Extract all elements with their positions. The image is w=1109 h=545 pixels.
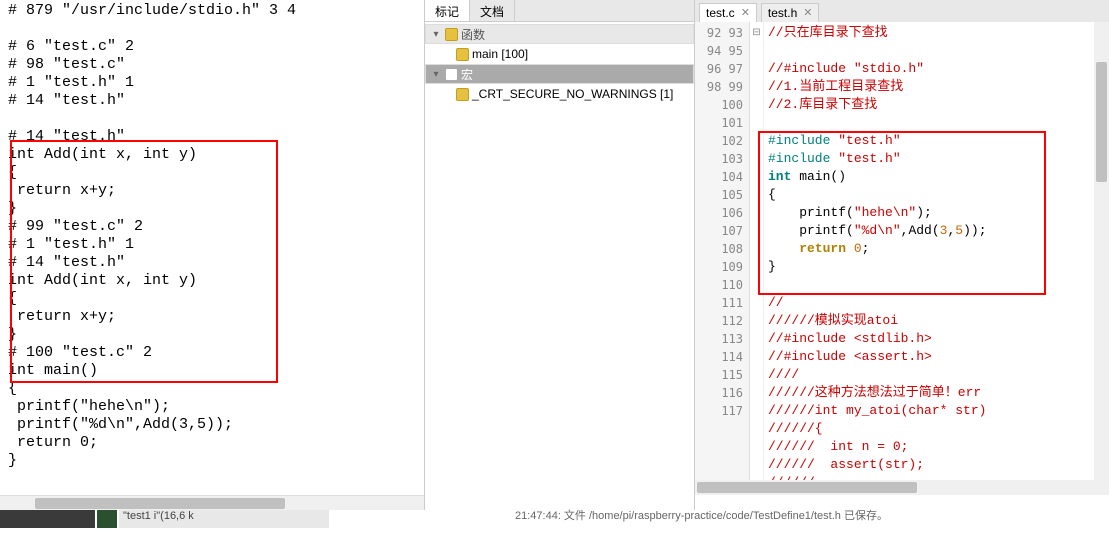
thumbnail [97, 510, 117, 528]
tree-functions-header[interactable]: ▾ 函数 [425, 24, 694, 44]
symbol-icon [456, 88, 469, 101]
tab-label: test.h [768, 6, 797, 20]
preprocessor-code[interactable]: # 879 "/usr/include/stdio.h" 3 4 # 6 "te… [0, 0, 424, 472]
macro-icon [445, 68, 458, 81]
editor-panel: test.c ✕ test.h ✕ 92 93 94 95 96 97 98 9… [695, 0, 1109, 510]
fold-column[interactable]: ⊟ [750, 22, 764, 495]
symbol-icon [456, 48, 469, 61]
tab-test-h[interactable]: test.h ✕ [761, 3, 820, 22]
tree-item-main[interactable]: main [100] [425, 44, 694, 64]
source-code[interactable]: //只在库目录下查找 //#include "stdio.h" //1.当前工程… [764, 22, 1109, 495]
symbols-panel: 标记 文档 ▾ 函数 main [100] ▾ 宏 _CRT_SECURE_NO… [425, 0, 695, 510]
status-text: "test1 i"(16,6 k [119, 510, 329, 528]
horizontal-scrollbar[interactable] [695, 480, 1094, 495]
tree-item-macro[interactable]: _CRT_SECURE_NO_WARNINGS [1] [425, 84, 694, 104]
close-icon[interactable]: ✕ [741, 6, 750, 19]
collapse-icon: ▾ [430, 29, 442, 40]
file-tabs: test.c ✕ test.h ✕ [695, 0, 1109, 22]
collapse-icon: ▾ [430, 69, 442, 80]
code-editor[interactable]: 92 93 94 95 96 97 98 99 100 101 102 103 … [695, 22, 1109, 495]
macros-label: 宏 [461, 66, 473, 83]
tab-test-c[interactable]: test.c ✕ [699, 3, 757, 22]
close-icon[interactable]: ✕ [803, 6, 812, 19]
horizontal-scrollbar[interactable] [0, 495, 424, 510]
status-message: 21:47:44: 文件 /home/pi/raspberry-practice… [515, 507, 888, 523]
line-numbers: 92 93 94 95 96 97 98 99 100 101 102 103 … [695, 22, 750, 495]
functions-label: 函数 [461, 26, 485, 43]
tree-macros-header[interactable]: ▾ 宏 [425, 64, 694, 84]
symbols-tabs: 标记 文档 [425, 0, 694, 22]
thumbnail [0, 510, 95, 528]
symbol-label: _CRT_SECURE_NO_WARNINGS [1] [472, 87, 673, 101]
symbol-label: main [100] [472, 47, 528, 61]
tab-documents[interactable]: 文档 [470, 0, 515, 21]
symbols-tree[interactable]: ▾ 函数 main [100] ▾ 宏 _CRT_SECURE_NO_WARNI… [425, 22, 694, 106]
tab-label: test.c [706, 6, 735, 20]
function-icon [445, 28, 458, 41]
vertical-scrollbar[interactable] [1094, 22, 1109, 495]
tab-tags[interactable]: 标记 [425, 0, 470, 21]
preprocessor-output-panel: # 879 "/usr/include/stdio.h" 3 4 # 6 "te… [0, 0, 425, 510]
